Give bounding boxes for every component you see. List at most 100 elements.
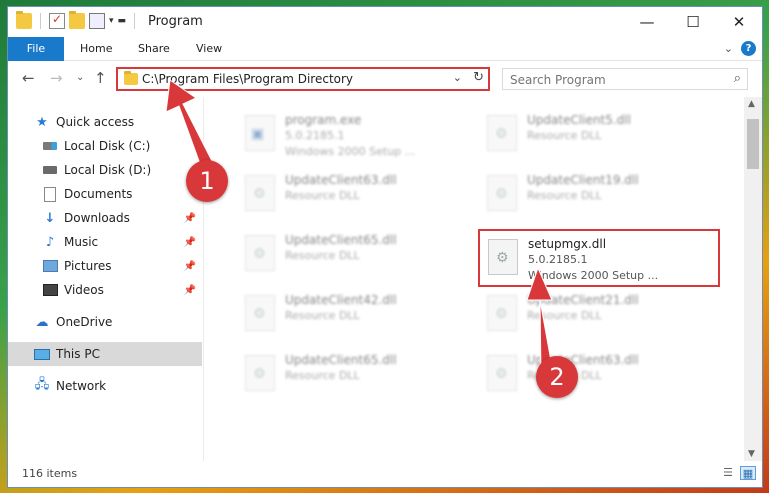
- file-version: 5.0.2185.1: [285, 129, 345, 142]
- dll-file-icon: [487, 115, 517, 151]
- file-item[interactable]: UpdateClient63.dll Resource DLL: [479, 347, 719, 403]
- callout-1: 1: [186, 160, 228, 202]
- folder-icon[interactable]: [16, 11, 32, 29]
- file-name: UpdateClient21.dll: [527, 293, 639, 307]
- pin-icon[interactable]: 📌: [184, 261, 196, 272]
- videos-icon: [42, 282, 58, 298]
- sidebar-item-downloads[interactable]: ↓ Downloads 📌: [8, 206, 202, 230]
- file-item[interactable]: UpdateClient65.dll Resource DLL: [237, 227, 477, 283]
- scroll-up-icon[interactable]: ▲: [748, 99, 755, 109]
- search-box[interactable]: ⌕: [502, 68, 748, 90]
- this-pc-icon: [34, 346, 50, 362]
- sidebar-item-label: Documents: [64, 187, 133, 201]
- file-type: Resource DLL: [285, 249, 360, 262]
- sidebar-item-documents[interactable]: Documents: [8, 182, 202, 206]
- chevron-down-icon[interactable]: ⌄: [453, 71, 462, 84]
- file-item-setupmgx[interactable]: setupmgx.dll 5.0.2185.1 Windows 2000 Set…: [480, 231, 720, 287]
- disk-icon: [42, 138, 58, 154]
- dll-file-icon: [245, 295, 275, 331]
- dll-file-icon: [487, 355, 517, 391]
- up-arrow-icon[interactable]: ↑: [94, 69, 107, 87]
- file-item[interactable]: UpdateClient42.dll Resource DLL: [237, 287, 477, 343]
- details-view-icon[interactable]: ☰: [720, 466, 736, 480]
- file-type: Resource DLL: [527, 189, 602, 202]
- search-icon[interactable]: ⌕: [734, 71, 741, 86]
- sidebar-item-network[interactable]: 🖧 Network: [8, 374, 202, 398]
- sidebar-item-label: This PC: [56, 347, 100, 361]
- tiles-view-icon[interactable]: ▦: [740, 466, 756, 480]
- sidebar-item-videos[interactable]: Videos 📌: [8, 278, 202, 302]
- properties-icon[interactable]: [89, 13, 105, 29]
- file-type: Resource DLL: [527, 309, 602, 322]
- scrollbar-thumb[interactable]: [747, 119, 759, 169]
- vertical-scrollbar[interactable]: ▲ ▼: [744, 97, 762, 461]
- pictures-icon: [42, 258, 58, 274]
- navigation-pane: ★ Quick access Local Disk (C:) Local Dis…: [8, 97, 204, 461]
- file-item[interactable]: UpdateClient19.dll Resource DLL: [479, 167, 719, 223]
- file-name: UpdateClient63.dll: [285, 173, 397, 187]
- ribbon: File Home Share View ⌄ ?: [8, 37, 762, 61]
- window-controls: — ☐ ✕: [624, 7, 762, 37]
- refresh-icon[interactable]: ↻: [473, 70, 484, 85]
- network-icon: 🖧: [34, 377, 50, 392]
- tab-home[interactable]: Home: [70, 37, 122, 61]
- divider: [134, 13, 136, 29]
- dll-file-icon: [487, 295, 517, 331]
- sidebar-item-music[interactable]: ♪ Music 📌: [8, 230, 202, 254]
- dll-file-icon: [245, 175, 275, 211]
- chevron-down-icon[interactable]: ▾: [109, 16, 114, 26]
- address-bar[interactable]: C:\Program Files\Program Directory ⌄ ↻: [116, 67, 490, 91]
- tab-file[interactable]: File: [8, 37, 64, 61]
- search-input[interactable]: [510, 70, 720, 90]
- tab-share[interactable]: Share: [128, 37, 180, 61]
- navigation-bar: ← → ⌄ ↑ C:\Program Files\Program Directo…: [8, 62, 762, 96]
- ribbon-right-icons: ⌄ ?: [724, 41, 756, 56]
- file-description: Windows 2000 Setup ...: [285, 145, 416, 158]
- sidebar-item-label: Quick access: [56, 115, 135, 129]
- file-name: UpdateClient42.dll: [285, 293, 397, 307]
- properties-check-icon[interactable]: [49, 12, 65, 29]
- pin-icon[interactable]: 📌: [184, 213, 196, 224]
- recent-locations-icon[interactable]: ⌄: [76, 72, 84, 83]
- expand-ribbon-icon[interactable]: ⌄: [724, 42, 733, 55]
- file-type: Resource DLL: [285, 309, 360, 322]
- sidebar-item-label: Network: [56, 379, 107, 393]
- help-icon[interactable]: ?: [741, 41, 756, 56]
- explorer-window: ▾ ▬ Program — ☐ ✕ File Home Share View ⌄…: [7, 6, 763, 488]
- close-button[interactable]: ✕: [716, 7, 762, 37]
- dll-file-icon: [245, 355, 275, 391]
- file-item[interactable]: UpdateClient21.dll Resource DLL: [479, 287, 719, 343]
- scroll-down-icon[interactable]: ▼: [748, 449, 755, 459]
- tab-view[interactable]: View: [186, 37, 232, 61]
- new-folder-icon[interactable]: [69, 11, 85, 29]
- window-title: Program: [148, 14, 203, 29]
- sidebar-item-local-disk-c[interactable]: Local Disk (C:): [8, 134, 202, 158]
- pin-icon[interactable]: 📌: [184, 285, 196, 296]
- file-item[interactable]: UpdateClient63.dll Resource DLL: [237, 167, 477, 223]
- divider: [40, 13, 41, 29]
- file-name: UpdateClient5.dll: [527, 113, 631, 127]
- documents-icon: [42, 186, 58, 202]
- pin-icon[interactable]: 📌: [184, 237, 196, 248]
- sidebar-item-label: Videos: [64, 283, 104, 297]
- address-path[interactable]: C:\Program Files\Program Directory: [142, 72, 353, 86]
- disk-icon: [42, 162, 58, 178]
- forward-arrow-icon[interactable]: →: [50, 69, 63, 87]
- sidebar-item-onedrive[interactable]: ☁ OneDrive: [8, 310, 202, 334]
- sidebar-item-pictures[interactable]: Pictures 📌: [8, 254, 202, 278]
- minimize-button[interactable]: —: [624, 7, 670, 37]
- exe-file-icon: [245, 115, 275, 151]
- file-type: Resource DLL: [285, 369, 360, 382]
- file-item[interactable]: UpdateClient65.dll Resource DLL: [237, 347, 477, 403]
- back-arrow-icon[interactable]: ←: [22, 69, 35, 87]
- file-item[interactable]: program.exe 5.0.2185.1 Windows 2000 Setu…: [237, 107, 477, 163]
- customize-toolbar-icon[interactable]: ▬: [118, 16, 127, 26]
- maximize-button[interactable]: ☐: [670, 7, 716, 37]
- callout-2: 2: [536, 356, 578, 398]
- onedrive-icon: ☁: [35, 314, 49, 330]
- downloads-icon: ↓: [44, 210, 56, 226]
- sidebar-item-quick-access[interactable]: ★ Quick access: [8, 110, 202, 134]
- sidebar-item-local-disk-d[interactable]: Local Disk (D:): [8, 158, 202, 182]
- file-item[interactable]: UpdateClient5.dll Resource DLL: [479, 107, 719, 163]
- sidebar-item-this-pc[interactable]: This PC: [8, 342, 202, 366]
